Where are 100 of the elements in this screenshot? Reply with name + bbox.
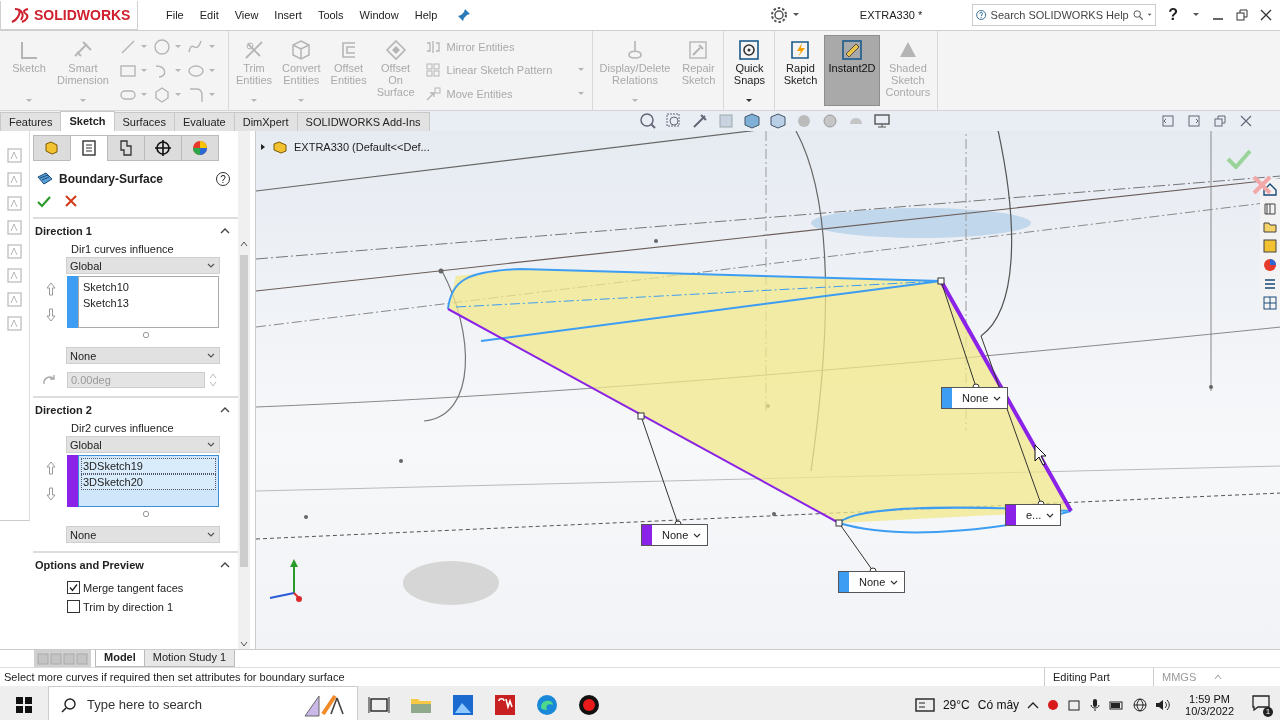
scroll-down-icon[interactable]	[240, 641, 248, 647]
gear-icon[interactable]	[769, 6, 788, 24]
menu-item[interactable]: File	[158, 6, 192, 24]
command-tab[interactable]: Evaluate	[173, 112, 235, 131]
collapse-caret-icon[interactable]	[220, 227, 230, 235]
collapse-caret-icon[interactable]	[220, 561, 230, 569]
curve-list-item[interactable]: Sketch10	[81, 279, 216, 295]
ribbon-button[interactable]: Rapid Sketch	[778, 35, 823, 106]
home-icon[interactable]	[1262, 181, 1278, 197]
edge-browser-icon[interactable]	[535, 692, 559, 717]
tangency-callout[interactable]: e...	[1005, 504, 1062, 526]
curve-list-item[interactable]: 3DSketch20	[81, 474, 216, 490]
curve-list[interactable]: Sketch10 Sketch13	[78, 276, 219, 328]
taskbar-search-field[interactable]: Type here to search	[48, 686, 358, 720]
ribbon-button[interactable]: Instant2D	[824, 35, 880, 106]
command-tab[interactable]: Sketch	[60, 111, 115, 131]
folder-icon[interactable]	[1262, 219, 1278, 235]
caret-icon	[1214, 674, 1223, 680]
speaker-icon[interactable]	[1155, 697, 1172, 712]
curve-list-item[interactable]: 3DSketch19	[81, 458, 216, 474]
resize-handle-icon[interactable]	[142, 331, 150, 339]
tile-right-icon[interactable]	[1188, 115, 1200, 127]
feature-tree-item[interactable]: EXTRA330 (Default<<Def...	[294, 141, 430, 153]
help-search-field[interactable]: Search SOLIDWORKS Help	[972, 4, 1157, 26]
caret-icon[interactable]	[791, 11, 800, 19]
ribbon-button[interactable]: Quick Snaps	[727, 35, 772, 106]
chevron-down-icon	[206, 351, 216, 360]
sw-app-icon[interactable]	[493, 692, 517, 717]
tangency-callout[interactable]: None	[838, 571, 906, 593]
globe-icon[interactable]	[1133, 697, 1148, 712]
influence-dropdown[interactable]: Global	[66, 436, 220, 453]
cursor-icon	[1034, 444, 1047, 466]
cancel-x-icon[interactable]	[65, 195, 77, 207]
record-button-icon[interactable]	[577, 692, 601, 717]
command-tab[interactable]: Surfaces	[113, 112, 175, 131]
cancel-x-icon[interactable]	[1252, 175, 1272, 195]
resize-handle-icon[interactable]	[142, 510, 150, 518]
expand-arrow-icon[interactable]	[260, 143, 266, 151]
influence-dropdown[interactable]: Global	[66, 257, 220, 274]
scrollbar-thumb[interactable]	[240, 255, 248, 567]
collapse-caret-icon[interactable]	[220, 406, 230, 414]
weather-condition: Có mây	[977, 697, 1020, 712]
curve-list-item[interactable]: Sketch13	[81, 295, 216, 311]
menu-item[interactable]: Edit	[191, 6, 227, 24]
field-label: Dir1 curves influence	[70, 243, 175, 255]
panel-tab[interactable]	[144, 135, 182, 161]
checkbox[interactable]	[67, 581, 80, 594]
caret-icon[interactable]	[1192, 11, 1200, 19]
menu-item[interactable]: View	[226, 6, 267, 24]
move-down-arrow-icon[interactable]	[46, 487, 56, 501]
option-label: Trim by direction 1	[83, 600, 174, 613]
clock[interactable]: 1:59 PM 10/3/2022	[1185, 692, 1234, 717]
tangency-callout[interactable]: None	[941, 387, 1009, 409]
zoom-area-icon[interactable]	[664, 112, 683, 130]
restore-icon[interactable]	[1236, 9, 1248, 21]
command-tab[interactable]: SOLIDWORKS Add-Ins	[296, 112, 430, 131]
record-indicator-icon[interactable]	[1047, 698, 1060, 711]
monitor-icon[interactable]	[872, 112, 891, 130]
tangency-dropdown[interactable]: None	[66, 526, 220, 543]
battery-icon[interactable]	[1109, 698, 1126, 711]
pin-icon[interactable]	[457, 8, 472, 22]
command-tab[interactable]: DimXpert	[233, 112, 298, 131]
tangency-callout[interactable]: None	[641, 524, 709, 546]
list-icon[interactable]	[1262, 276, 1278, 292]
menu-item[interactable]: Tools	[309, 6, 352, 24]
windows-logo-icon[interactable]	[16, 696, 32, 713]
menu-item[interactable]: Insert	[266, 6, 310, 24]
move-up-arrow-icon[interactable]	[46, 461, 56, 475]
checkbox[interactable]	[67, 600, 80, 613]
caret-icon	[25, 97, 33, 105]
tile-left-icon[interactable]	[1162, 115, 1174, 127]
command-tab[interactable]: Features	[0, 112, 62, 131]
photos-icon[interactable]	[451, 692, 475, 717]
caret-icon	[297, 97, 306, 105]
move-up-arrow-icon[interactable]	[46, 282, 56, 296]
parts-library-icon[interactable]	[1262, 200, 1278, 216]
color-wheel-icon[interactable]	[1262, 257, 1278, 273]
close-icon[interactable]	[1260, 9, 1272, 21]
move-down-arrow-icon[interactable]	[46, 308, 56, 322]
help-button[interactable]: ?	[1166, 6, 1180, 24]
curve-list[interactable]: 3DSketch19 3DSketch20	[78, 455, 219, 507]
graphics-area[interactable]: EXTRA330 (Default<<Def... None None None e...	[256, 131, 1280, 649]
microphone-icon[interactable]	[1089, 697, 1102, 712]
ok-check-icon[interactable]	[37, 195, 51, 209]
model-tab[interactable]: Motion Study 1	[143, 650, 236, 667]
target-icon	[737, 38, 762, 62]
part-icon	[272, 139, 288, 155]
zoom-to-fit-icon[interactable]	[638, 112, 657, 130]
model-tab[interactable]: Model	[95, 650, 145, 667]
restore-icon[interactable]	[1214, 115, 1226, 127]
grid-icon[interactable]	[1262, 295, 1278, 311]
property-list-icon	[80, 139, 98, 157]
scroll-up-icon[interactable]	[240, 241, 248, 247]
notification-icon[interactable]	[1252, 695, 1270, 711]
menu-item[interactable]: Help	[406, 6, 446, 24]
tangency-dropdown[interactable]: None	[66, 347, 220, 364]
menu-item[interactable]: Window	[351, 6, 407, 24]
axis-triad-icon[interactable]	[269, 559, 302, 602]
caret-icon	[631, 97, 639, 105]
confirm-check-icon[interactable]	[1226, 149, 1252, 169]
